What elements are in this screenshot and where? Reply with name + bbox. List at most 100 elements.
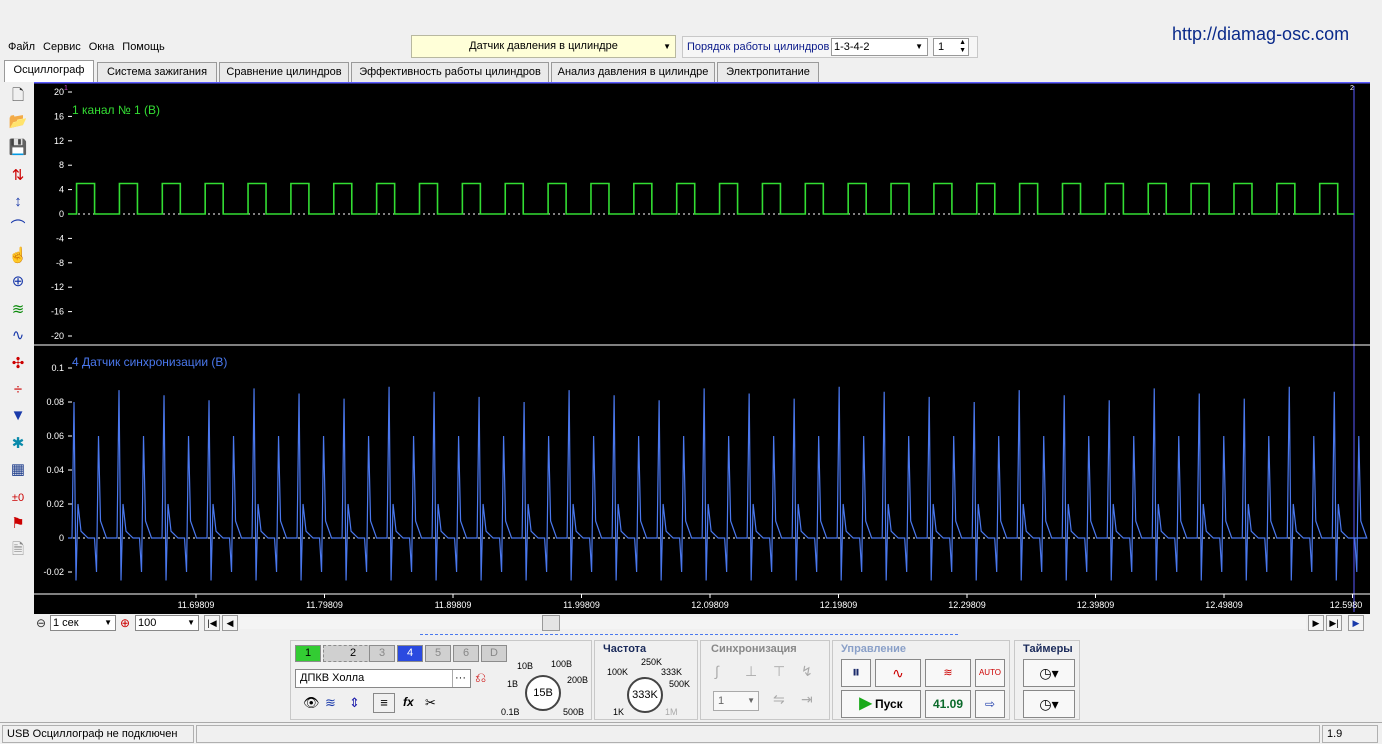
sync-edge-down-icon[interactable]: ⊤: [773, 663, 785, 680]
xtick-label: 12.09809: [691, 600, 729, 610]
filter-wave-icon[interactable]: ≋: [325, 695, 336, 711]
channel-button-3[interactable]: 3: [369, 645, 395, 662]
spread-icon[interactable]: ✣: [6, 352, 30, 376]
channel1-ytick: -20: [51, 331, 64, 341]
channel-button-6[interactable]: 6: [453, 645, 479, 662]
waveform-blue-icon[interactable]: ∿: [6, 324, 30, 348]
vertical-scale-icon[interactable]: ↕: [6, 190, 30, 214]
auto-record-button[interactable]: ⇨: [975, 690, 1005, 718]
volt-knob[interactable]: 15В: [525, 675, 561, 711]
open-folder-icon[interactable]: 📂: [6, 110, 30, 134]
line-style-icon[interactable]: ≡: [373, 693, 395, 713]
tab-pressure-analysis[interactable]: Анализ давления в цилиндре: [551, 62, 715, 82]
sync-channel-value: 1: [718, 695, 725, 707]
multi-wave-button[interactable]: ≋: [925, 659, 971, 687]
spinner-arrows-icon: ▲ ▼: [959, 39, 966, 54]
status-connection: USB Осциллограф не подключен: [2, 725, 194, 743]
channel-button-digital[interactable]: D: [481, 645, 507, 662]
tab-power-supply[interactable]: Электропитание: [717, 62, 819, 82]
zoom-in-icon[interactable]: ⊕: [120, 616, 130, 630]
frequency-panel: Частота 250K 100K 333K 500K 1K 1M 333K: [594, 640, 698, 720]
step-forward-icon[interactable]: ▶: [1308, 615, 1324, 631]
menu-help[interactable]: Помощь: [122, 41, 165, 53]
channel4-y-axis: 0.1 0.08 0.06 0.04 0.02 0 -0.02: [43, 363, 72, 577]
sync-rise-icon[interactable]: ∫: [715, 663, 719, 679]
waveform-green-icon[interactable]: ≋: [6, 298, 30, 322]
vertical-move-icon[interactable]: ⇕: [349, 695, 360, 711]
time-scrollbar[interactable]: [240, 617, 1306, 629]
menu-service[interactable]: Сервис: [43, 41, 81, 53]
sensor-name-field[interactable]: ДПКВ Холла ···: [295, 669, 471, 688]
volt-label-100: 100В: [551, 659, 573, 669]
tab-cylinder-compare[interactable]: Сравнение цилиндров: [219, 62, 349, 82]
start-button[interactable]: ▶ Пуск: [841, 690, 921, 718]
channels-panel: 1 2 3 4 5 6 D ДПКВ Холла ··· ⎌ 👁 ≋ ⇕ ≡ fx…: [290, 640, 592, 720]
browse-icon[interactable]: ···: [452, 670, 468, 687]
xtick-label: 12.19809: [820, 600, 858, 610]
hand-pan-icon[interactable]: ☝: [6, 244, 30, 268]
zoom-out-icon[interactable]: ⊖: [36, 616, 46, 630]
new-file-icon[interactable]: 🗋: [6, 84, 30, 108]
eye-icon[interactable]: 👁: [303, 695, 320, 711]
xtick-label: 12.5980: [1330, 600, 1363, 610]
table-icon[interactable]: ▦: [6, 458, 30, 482]
go-start-icon[interactable]: |◀: [204, 615, 220, 631]
save-icon[interactable]: 💾: [6, 136, 30, 160]
function-icon[interactable]: fx: [403, 695, 414, 709]
notes-icon[interactable]: 🗎: [6, 538, 30, 562]
timer-1-button[interactable]: ◷▾: [1023, 659, 1075, 687]
sync-edge-up-icon[interactable]: ⊥: [745, 663, 757, 680]
frequency-title: Частота: [603, 643, 647, 655]
align-icon[interactable]: ÷: [6, 378, 30, 402]
sync-level-icon[interactable]: ⇋: [773, 691, 785, 708]
status-bar: USB Осциллограф не подключен 1.9: [0, 722, 1382, 744]
menu-windows[interactable]: Окна: [89, 41, 115, 53]
timers-panel: Таймеры ◷▾ ◷▾: [1014, 640, 1080, 720]
go-end-icon[interactable]: ▶|: [1326, 615, 1342, 631]
bug-icon[interactable]: ✱: [6, 432, 30, 456]
sync-center-icon[interactable]: ⇥: [801, 691, 813, 708]
xtick-label: 12.29809: [948, 600, 986, 610]
cursor-marker-2[interactable]: 2: [1350, 85, 1354, 92]
step-back-icon[interactable]: ◀: [222, 615, 238, 631]
tab-cylinder-efficiency[interactable]: Эффективность работы цилиндров: [351, 62, 549, 82]
scroll-thumb[interactable]: [542, 615, 560, 631]
zoom-icon[interactable]: ⊕: [6, 270, 30, 294]
tab-oscilloscope[interactable]: Осциллограф: [4, 60, 94, 82]
control-panels: 1 2 3 4 5 6 D ДПКВ Холла ··· ⎌ 👁 ≋ ⇕ ≡ fx…: [290, 640, 1080, 720]
cylinder-spinner[interactable]: 1 ▲ ▼: [933, 38, 969, 56]
site-link[interactable]: http://diamag-osc.com: [1172, 24, 1349, 45]
zoom-select[interactable]: 100 ▼: [135, 615, 199, 631]
timers-title: Таймеры: [1023, 643, 1073, 655]
sine-mode-button[interactable]: ∿: [875, 659, 921, 687]
auto-scale-icon[interactable]: ⇅: [6, 164, 30, 188]
play-scroll-icon[interactable]: ▶: [1348, 615, 1364, 631]
probe-icon[interactable]: ⎌: [475, 669, 486, 686]
auto-button[interactable]: AUTO: [975, 659, 1005, 687]
cursor-marker-1[interactable]: 1: [64, 85, 68, 92]
tools-icon[interactable]: ✂: [425, 695, 436, 711]
firing-order-select[interactable]: 1-3-4-2 ▼: [831, 38, 928, 56]
curve-icon[interactable]: ⌒: [6, 216, 30, 240]
channel-button-1[interactable]: 1: [295, 645, 321, 662]
oscilloscope-display[interactable]: 1 2 20 16 12 8 4 0 -4 -8 -12 -16 -20 1 канал № 1 (…: [34, 82, 1370, 614]
channel-button-4[interactable]: 4: [397, 645, 423, 662]
frequency-knob[interactable]: 333K: [627, 677, 663, 713]
channel4-ytick: 0.04: [46, 465, 64, 475]
timer-2-button[interactable]: ◷▾: [1023, 690, 1075, 718]
marker-zero-icon[interactable]: ±0: [6, 486, 30, 510]
fps-value: 41.09: [932, 697, 964, 711]
timebase-select[interactable]: 1 сек ▼: [50, 615, 116, 631]
menu-file[interactable]: Файл: [8, 41, 35, 53]
filter-icon[interactable]: ▼: [6, 404, 30, 428]
pause-button[interactable]: ⏸: [841, 659, 871, 687]
sync-auto-icon[interactable]: ↯: [801, 663, 813, 680]
tab-ignition[interactable]: Система зажигания: [97, 62, 217, 82]
volt-label-200: 200В: [567, 675, 589, 685]
channel-button-5[interactable]: 5: [425, 645, 451, 662]
freq-label-1k: 1K: [613, 707, 625, 717]
sensor-select[interactable]: Датчик давления в цилиндре ▼: [411, 35, 676, 58]
channel4-ytick: 0.06: [46, 431, 64, 441]
flag-icon[interactable]: ⚑: [6, 512, 30, 536]
sync-channel-select[interactable]: 1 ▼: [713, 691, 759, 711]
